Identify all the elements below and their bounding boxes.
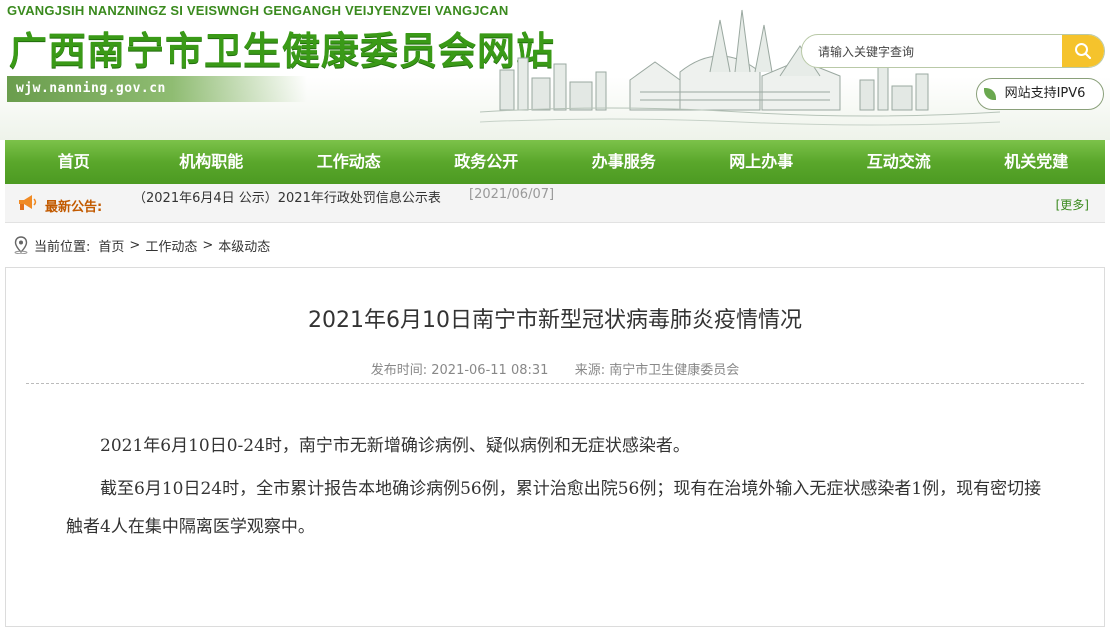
publish-time: 2021-06-11 08:31 xyxy=(431,363,549,378)
article-title: 2021年6月10日南宁市新型冠状病毒肺炎疫情情况 xyxy=(308,308,802,333)
source: 南宁市卫生健康委员会 xyxy=(609,363,740,378)
article-body: 2021年6月10日0-24时，南宁市无新增确诊病例、疑似病例和无症状感染者。 … xyxy=(66,428,1046,546)
ipv6-support-badge[interactable]: 网站支持IPV6 xyxy=(976,78,1104,110)
nav-item-interaction[interactable]: 互动交流 xyxy=(830,140,968,184)
publish-time-label: 发布时间: xyxy=(370,363,428,378)
source-label: 来源: xyxy=(574,363,606,378)
breadcrumb-separator: > xyxy=(129,237,141,253)
location-pin-icon xyxy=(14,236,28,254)
search-icon xyxy=(1075,43,1092,60)
site-url: wjw.nanning.gov.cn xyxy=(16,81,166,96)
nav-item-functions[interactable]: 机构职能 xyxy=(143,140,281,184)
article-panel: 2021年6月10日南宁市新型冠状病毒肺炎疫情情况 发布时间: 2021-06-… xyxy=(5,267,1105,627)
breadcrumb-prefix: 当前位置: xyxy=(34,239,91,255)
nav-item-home[interactable]: 首页 xyxy=(5,140,143,184)
search-button[interactable] xyxy=(1062,35,1104,67)
nav-item-online-services[interactable]: 网上办事 xyxy=(693,140,831,184)
notice-link[interactable]: （2021年6月4日 公示）2021年行政处罚信息公示表 xyxy=(133,187,441,206)
site-url-bar: wjw.nanning.gov.cn xyxy=(7,76,307,102)
megaphone-icon xyxy=(19,195,37,210)
notice-date: [2021/06/07] xyxy=(469,187,555,202)
article-paragraph: 截至6月10日24时，全市累计报告本地确诊病例56例，累计治愈出院56例；现有在… xyxy=(66,479,1042,537)
nav-item-news[interactable]: 工作动态 xyxy=(280,140,418,184)
site-pinyin-title: GVANGJSIH NANZNINGZ SI VEISWNGH GENGANGH… xyxy=(7,3,509,18)
search-box xyxy=(801,34,1105,68)
notice-bar: 最新公告: （2021年6月4日 公示）2021年行政处罚信息公示表 [2021… xyxy=(5,184,1105,223)
breadcrumb-separator: > xyxy=(202,237,214,253)
nav-item-services[interactable]: 办事服务 xyxy=(555,140,693,184)
nav-item-party-building[interactable]: 机关党建 xyxy=(968,140,1106,184)
article-meta: 发布时间: 2021-06-11 08:31 来源: 南宁市卫生健康委员会 xyxy=(6,359,1104,378)
search-input[interactable] xyxy=(816,35,1060,67)
site-title[interactable]: 广西南宁市卫生健康委员会网站 xyxy=(9,20,555,75)
ipv6-label: 网站支持IPV6 xyxy=(1004,86,1086,101)
site-header: GVANGJSIH NANZNINGZ SI VEISWNGH GENGANGH… xyxy=(0,0,1110,140)
breadcrumb-news[interactable]: 工作动态 xyxy=(145,236,197,255)
notice-more-link[interactable]: [更多] xyxy=(1056,196,1089,213)
article-divider xyxy=(26,383,1084,384)
main-nav: 首页 机构职能 工作动态 政务公开 办事服务 网上办事 互动交流 机关党建 xyxy=(5,140,1105,184)
article-paragraph: 2021年6月10日0-24时，南宁市无新增确诊病例、疑似病例和无症状感染者。 xyxy=(100,436,690,456)
city-skyline-illustration xyxy=(480,9,1000,126)
notice-label: 最新公告: xyxy=(45,200,103,215)
nav-item-public-affairs[interactable]: 政务公开 xyxy=(418,140,556,184)
breadcrumb: 当前位置: 首页 > 工作动态 > 本级动态 xyxy=(12,235,270,255)
breadcrumb-home[interactable]: 首页 xyxy=(98,236,124,255)
leaf-icon xyxy=(984,88,996,100)
breadcrumb-local-news[interactable]: 本级动态 xyxy=(218,236,270,255)
